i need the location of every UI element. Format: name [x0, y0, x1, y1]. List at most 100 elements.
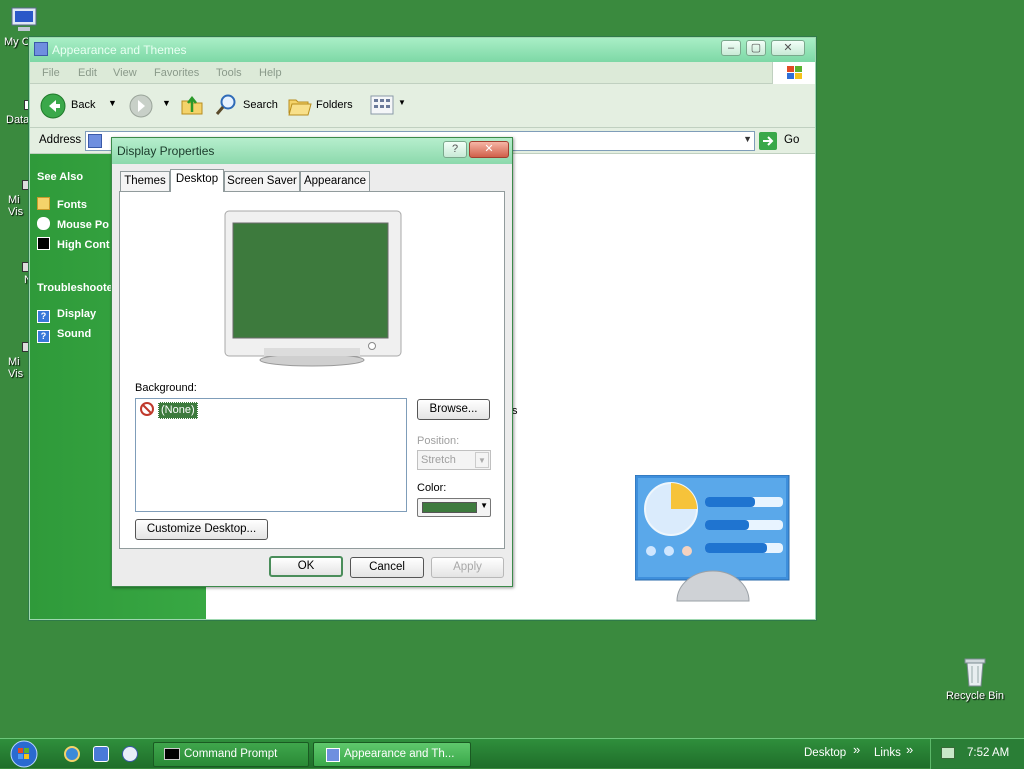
- background-listbox[interactable]: (None): [135, 398, 407, 512]
- tab-screen-saver[interactable]: Screen Saver: [224, 171, 300, 191]
- apply-button[interactable]: Apply: [431, 557, 504, 578]
- position-value: Stretch: [421, 454, 456, 466]
- side-item-label: Fonts: [57, 199, 87, 211]
- dialog-title-bar[interactable]: Display Properties ? ✕: [112, 138, 512, 164]
- task-command-prompt[interactable]: Command Prompt: [153, 742, 309, 767]
- search-button[interactable]: Search: [214, 93, 280, 119]
- none-icon: [140, 402, 154, 416]
- back-arrow-icon: [40, 93, 66, 119]
- address-label: Address: [39, 134, 82, 146]
- help-icon: ?: [37, 310, 50, 323]
- see-also-item-fonts[interactable]: Fonts: [37, 197, 87, 211]
- media-player-quicklaunch-icon[interactable]: [122, 746, 138, 762]
- menu-edit[interactable]: Edit: [78, 67, 97, 79]
- color-picker-button[interactable]: ▼: [417, 498, 491, 517]
- explorer-title-bar[interactable]: Appearance and Themes – ▢ ✕: [30, 38, 815, 62]
- back-button[interactable]: Back ▼: [40, 93, 122, 119]
- minimize-button[interactable]: –: [721, 40, 741, 56]
- customize-desktop-button[interactable]: Customize Desktop...: [135, 519, 268, 540]
- menu-help[interactable]: Help: [259, 67, 282, 79]
- tab-themes[interactable]: Themes: [120, 171, 170, 191]
- forward-arrow-icon: [129, 94, 153, 118]
- see-also-item-high-contrast[interactable]: High Cont: [37, 237, 110, 251]
- monitor-preview: [224, 210, 402, 368]
- system-tray: 7:52 AM: [930, 739, 1024, 769]
- see-also-heading: See Also: [37, 171, 84, 183]
- desktop-toolbar-chevron-icon[interactable]: »: [853, 742, 860, 757]
- chevron-down-icon[interactable]: ▼: [108, 98, 117, 108]
- go-button[interactable]: Go: [759, 131, 809, 151]
- help-button[interactable]: ?: [443, 141, 467, 158]
- folders-label: Folders: [316, 99, 353, 111]
- clock[interactable]: 7:52 AM: [967, 747, 1009, 759]
- list-item-label: (None): [158, 402, 198, 419]
- go-arrow-icon: [759, 132, 777, 150]
- close-button[interactable]: ✕: [771, 40, 805, 56]
- dialog-close-button[interactable]: ✕: [469, 141, 509, 158]
- views-icon: [370, 95, 394, 115]
- up-folder-button[interactable]: [180, 93, 204, 117]
- taskbar: Command Prompt Appearance and Th... Desk…: [0, 738, 1024, 769]
- cancel-button[interactable]: Cancel: [350, 557, 424, 578]
- desktop-icon-recycle-bin[interactable]: Recycle Bin: [940, 656, 1010, 702]
- folders-icon: [288, 99, 312, 116]
- command-prompt-icon: [164, 748, 180, 760]
- control-panel-icon: [326, 748, 340, 762]
- menu-file[interactable]: File: [42, 67, 60, 79]
- menu-view[interactable]: View: [113, 67, 137, 79]
- troubleshooter-item-sound[interactable]: ? Sound: [37, 328, 91, 343]
- appearance-and-themes-icon: [634, 474, 791, 603]
- go-label: Go: [784, 134, 800, 146]
- back-label: Back: [71, 99, 96, 111]
- menu-bar: File Edit View Favorites Tools Help: [30, 62, 815, 84]
- network-icon[interactable]: [941, 747, 955, 759]
- chevron-down-icon[interactable]: ▼: [162, 98, 171, 108]
- ok-button[interactable]: OK: [269, 556, 343, 577]
- see-also-item-mouse-pointers[interactable]: Mouse Po: [37, 217, 109, 231]
- desktop-toolbar-label[interactable]: Desktop: [804, 747, 846, 759]
- links-toolbar-label[interactable]: Links: [874, 747, 901, 759]
- windows-logo-icon: [772, 62, 815, 84]
- views-button[interactable]: ▼: [370, 95, 406, 117]
- side-item-label: Mouse Po: [57, 219, 109, 231]
- background-label: Background:: [135, 382, 197, 394]
- computer-icon: [8, 4, 40, 36]
- start-button[interactable]: [4, 739, 44, 769]
- search-icon: [215, 94, 236, 115]
- position-select[interactable]: Stretch ▼: [417, 450, 491, 470]
- maximize-button[interactable]: ▢: [746, 40, 766, 56]
- side-item-label: Display: [57, 308, 97, 320]
- task-label: Appearance and Th...: [344, 748, 455, 760]
- tab-desktop[interactable]: Desktop: [170, 169, 224, 192]
- address-dropdown-icon[interactable]: ▼: [743, 134, 752, 144]
- standard-toolbar: Back ▼ ▼ Search Folders ▼: [30, 84, 815, 128]
- chevron-down-icon[interactable]: ▼: [398, 98, 406, 107]
- up-folder-icon: [181, 95, 203, 115]
- browse-button[interactable]: Browse...: [417, 399, 490, 420]
- troubleshooter-item-display[interactable]: ? Display: [37, 308, 96, 323]
- high-contrast-icon: [37, 237, 50, 250]
- color-label: Color:: [417, 482, 447, 494]
- windows-orb-icon: [10, 740, 38, 768]
- tab-appearance[interactable]: Appearance: [300, 171, 370, 191]
- color-swatch: [422, 502, 477, 513]
- links-toolbar-chevron-icon[interactable]: »: [906, 742, 913, 757]
- forward-button[interactable]: ▼: [128, 93, 176, 119]
- task-label: Command Prompt: [184, 748, 278, 760]
- desktop-tab-panel: Background: (None) Browse... Position: S…: [119, 191, 505, 549]
- task-appearance-and-themes[interactable]: Appearance and Th...: [313, 742, 471, 767]
- troubleshooters-heading: Troubleshoote: [37, 282, 113, 294]
- search-label: Search: [243, 99, 278, 111]
- menu-tools[interactable]: Tools: [216, 67, 242, 79]
- menu-favorites[interactable]: Favorites: [154, 67, 199, 79]
- mouse-icon: [37, 217, 50, 230]
- folders-button[interactable]: Folders: [288, 93, 360, 119]
- ie-quicklaunch-icon[interactable]: [64, 746, 80, 762]
- chevron-down-icon: ▼: [475, 452, 489, 468]
- chevron-down-icon: ▼: [480, 501, 488, 510]
- help-icon: ?: [37, 330, 50, 343]
- explorer-quicklaunch-icon[interactable]: [93, 746, 109, 762]
- control-panel-icon: [34, 42, 48, 56]
- display-properties-dialog: Display Properties ? ✕ Themes Desktop Sc…: [111, 137, 513, 587]
- side-item-label: Sound: [57, 328, 92, 340]
